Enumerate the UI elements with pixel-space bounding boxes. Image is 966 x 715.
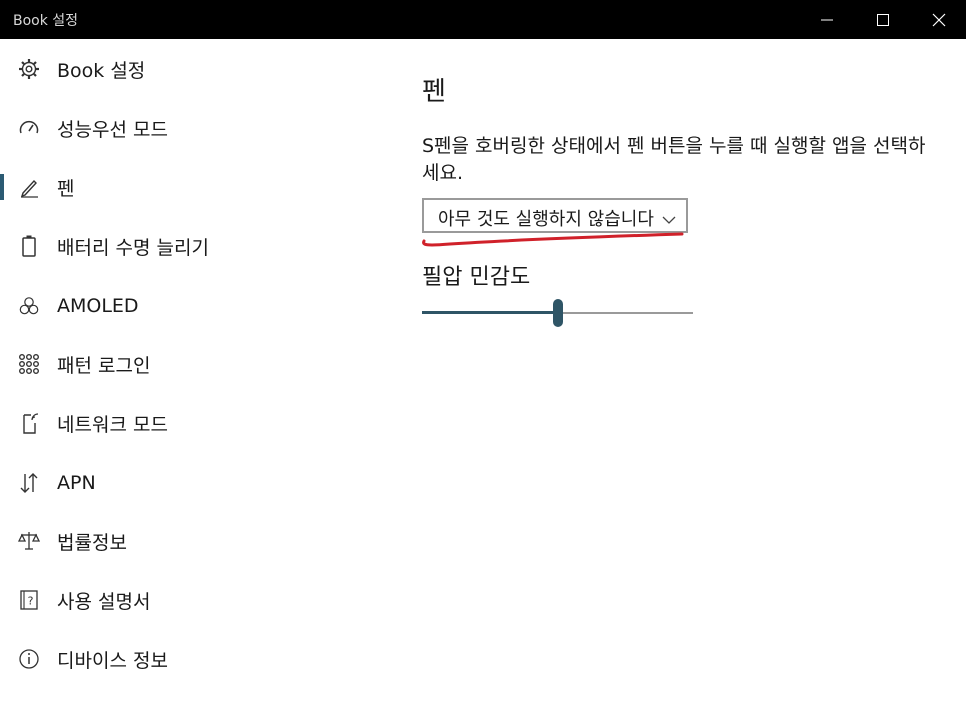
close-icon — [932, 13, 946, 26]
info-icon — [17, 647, 41, 671]
app-select-dropdown[interactable]: 아무 것도 실행하지 않습니다 — [422, 198, 688, 233]
title-bar: Book 설정 — [0, 0, 966, 39]
close-button[interactable] — [916, 0, 962, 39]
sidebar-item-label: 성능우선 모드 — [57, 118, 168, 141]
sidebar-item-label: AMOLED — [57, 295, 139, 317]
sidebar-item-label: 사용 설명서 — [57, 590, 151, 613]
page-title: 펜 — [422, 77, 446, 107]
chevron-down-icon — [662, 210, 676, 229]
network-device-icon — [17, 411, 41, 435]
slider-thumb[interactable] — [553, 299, 563, 327]
sidebar-item-device-info[interactable]: 디바이스 정보 — [0, 631, 380, 687]
sidebar-item-battery[interactable]: 배터리 수명 늘리기 — [0, 218, 380, 274]
speedometer-icon — [17, 116, 41, 140]
pressure-sensitivity-slider[interactable] — [422, 299, 693, 329]
sidebar-nav: Book 설정 성능우선 모드 펜 배터리 수명 늘리기 AMOLED 패턴 로… — [0, 39, 380, 715]
sidebar-item-network-mode[interactable]: 네트워크 모드 — [0, 395, 380, 451]
sidebar-item-label: 네트워크 모드 — [57, 413, 168, 436]
window-title: Book 설정 — [13, 13, 79, 29]
slider-fill — [422, 311, 558, 314]
sidebar-item-pattern-login[interactable]: 패턴 로그인 — [0, 336, 380, 392]
sidebar-item-label: 법률정보 — [57, 531, 127, 554]
minimize-button[interactable] — [804, 0, 850, 39]
red-underline-annotation — [422, 232, 684, 247]
dropdown-selected-value: 아무 것도 실행하지 않습니다 — [438, 209, 654, 230]
sidebar-item-book-settings[interactable]: Book 설정 — [0, 41, 380, 97]
sidebar-item-label: Book 설정 — [57, 59, 146, 82]
gear-icon — [17, 57, 41, 81]
up-down-arrows-icon — [17, 471, 41, 495]
pen-button-description: S펜을 호버링한 상태에서 펜 버튼을 누를 때 실행할 앱을 선택하세요. — [422, 135, 926, 184]
circles-icon — [17, 294, 41, 318]
sidebar-item-apn[interactable]: APN — [0, 455, 380, 511]
manual-question-icon: ? — [17, 588, 41, 612]
pressure-sensitivity-label: 필압 민감도 — [422, 265, 531, 290]
maximize-icon — [877, 13, 889, 26]
sidebar-item-label: APN — [57, 472, 96, 494]
sidebar-item-pen[interactable]: 펜 — [0, 159, 380, 215]
battery-icon — [17, 234, 41, 258]
pen-icon — [17, 175, 41, 199]
sidebar-item-label: 디바이스 정보 — [57, 649, 168, 672]
sidebar-item-label: 배터리 수명 늘리기 — [57, 236, 209, 259]
svg-text:?: ? — [28, 595, 34, 608]
sidebar-item-user-manual[interactable]: ? 사용 설명서 — [0, 572, 380, 628]
minimize-icon — [821, 19, 833, 20]
maximize-button[interactable] — [860, 0, 906, 39]
sidebar-item-performance-mode[interactable]: 성능우선 모드 — [0, 100, 380, 156]
sidebar-item-legal-info[interactable]: 법률정보 — [0, 513, 380, 569]
sidebar-item-label: 펜 — [57, 177, 75, 200]
scales-icon — [17, 529, 41, 553]
main-content: 펜 S펜을 호버링한 상태에서 펜 버튼을 누를 때 실행할 앱을 선택하세요.… — [380, 39, 966, 715]
sidebar-item-amoled[interactable]: AMOLED — [0, 278, 380, 334]
pattern-grid-icon — [17, 352, 41, 376]
active-indicator — [0, 174, 4, 200]
sidebar-item-label: 패턴 로그인 — [57, 354, 151, 377]
